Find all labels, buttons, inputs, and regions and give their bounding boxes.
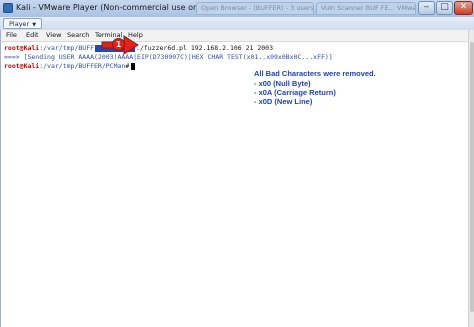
annotation-item: - x0D (New Line) xyxy=(254,97,313,106)
prompt-user: root@Kali xyxy=(4,44,40,52)
close-icon[interactable]: ✕ xyxy=(454,1,473,15)
window-title: Kali - VMware Player (Non-commercial use… xyxy=(16,3,209,12)
terminal-menubar: File Edit View Search Terminal Help xyxy=(1,30,469,42)
prompt-suffix: # xyxy=(125,62,130,70)
maximize-icon[interactable]: □ xyxy=(436,1,453,15)
menu-view[interactable]: View xyxy=(46,31,61,40)
minimize-icon[interactable]: ‒ xyxy=(418,1,435,15)
prompt-path: :/var/tmp/BUFFER/PCMan xyxy=(39,62,126,70)
background-window-tab: Open Browser - (BUFFER) - 3 users (Sa... xyxy=(196,2,314,15)
terminal-scrollbar[interactable] xyxy=(468,30,474,327)
menu-file[interactable]: File xyxy=(6,31,17,40)
annotation-heading: All Bad Characters were removed. xyxy=(254,69,376,78)
cursor-icon xyxy=(131,62,136,70)
player-toolbar: Player ▼ xyxy=(0,17,474,31)
player-menu-button[interactable]: Player ▼ xyxy=(3,18,43,29)
vmware-icon xyxy=(3,3,13,13)
terminal-window[interactable]: File Edit View Search Terminal Help root… xyxy=(0,30,469,327)
background-window-tab: Vuln Scanner BUF FE... VMware Player (No… xyxy=(316,2,416,15)
step-marker-badge: 1 xyxy=(112,38,125,51)
prompt-path: :/var/tmp/BUFF xyxy=(39,44,95,52)
prompt-user: root@Kali xyxy=(4,62,40,70)
menu-search[interactable]: Search xyxy=(67,31,89,40)
chevron-down-icon: ▼ xyxy=(32,22,37,28)
title-bar: Kali - VMware Player (Non-commercial use… xyxy=(0,0,474,18)
output-text: ===> [Sending USER AAAA(2003)AAAA|EIP(D7… xyxy=(4,53,333,61)
annotation-item: - x00 (Null Byte) xyxy=(254,79,311,88)
terminal-line-prompt: root@Kali:/var/tmp/BUFFER/PCMan# xyxy=(4,61,136,71)
annotation-item: - x0A (Carriage Return) xyxy=(254,88,336,97)
menu-edit[interactable]: Edit xyxy=(26,31,39,40)
command-text: ./fuzzer6d.pl 192.168.2.106 21 2003 xyxy=(136,44,273,52)
scrollbar-thumb[interactable] xyxy=(470,42,474,312)
player-label: Player xyxy=(9,20,30,28)
